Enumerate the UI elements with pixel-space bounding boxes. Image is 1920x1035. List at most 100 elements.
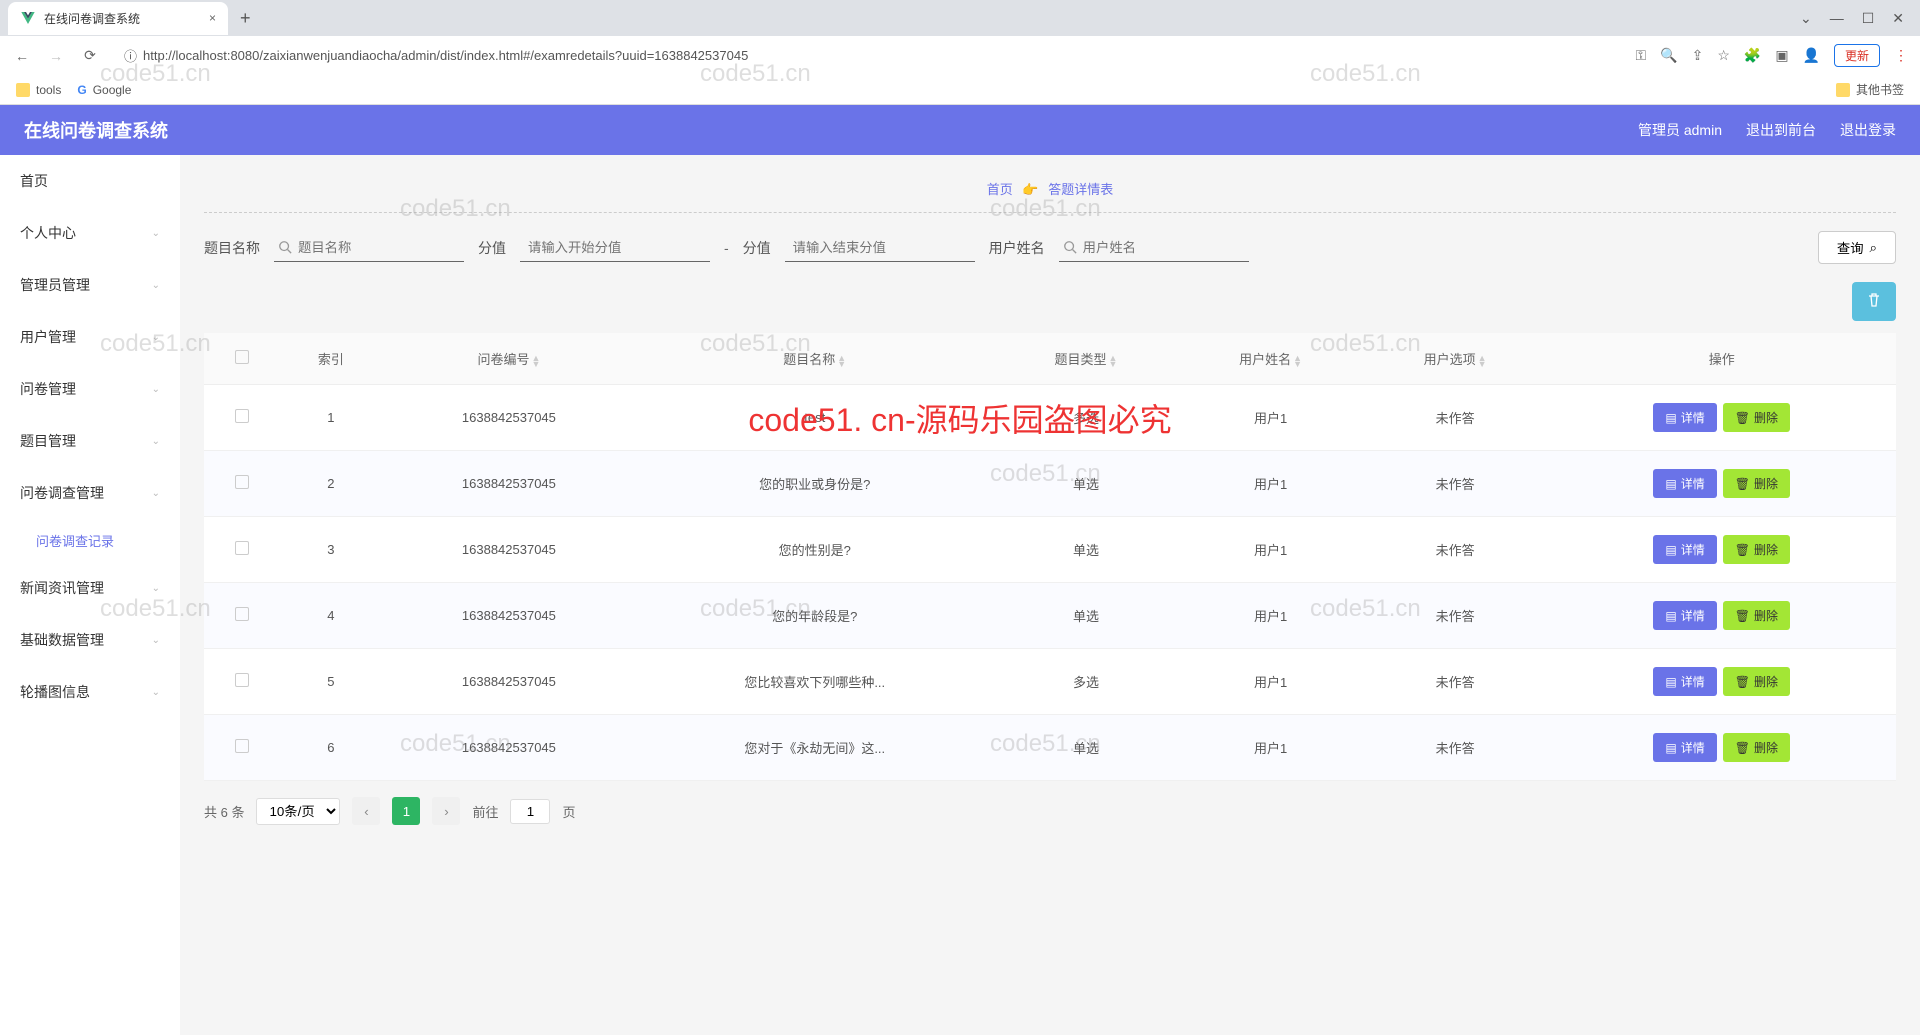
detail-button[interactable]: ▤ 详情 (1653, 469, 1716, 498)
page-size-select[interactable]: 10条/页 (256, 798, 340, 825)
sidebar-sub-survey-record[interactable]: 问卷调查记录 (0, 519, 180, 562)
bookmark-other[interactable]: 其他书签 (1836, 81, 1904, 98)
cell-paperid: 1638842537045 (382, 385, 636, 451)
google-icon: G (77, 83, 86, 97)
bookmark-tools[interactable]: tools (16, 83, 61, 97)
breadcrumb-home[interactable]: 首页 (987, 182, 1013, 197)
row-checkbox[interactable] (235, 409, 249, 423)
goto-label: 前往 (472, 802, 498, 821)
sidebar-item-question[interactable]: 题目管理⌄ (0, 415, 180, 467)
goto-input[interactable] (510, 799, 550, 824)
delete-button[interactable]: 🗑 删除 (1723, 535, 1790, 564)
page-1-button[interactable]: 1 (392, 797, 420, 825)
score-start-input[interactable] (520, 234, 710, 262)
reload-icon[interactable]: ⟳ (80, 47, 100, 64)
col-title[interactable]: 题目名称▲▼ (636, 333, 994, 385)
trash-icon: 🗑 (1735, 741, 1750, 755)
trash-icon: 🗑 (1735, 477, 1750, 491)
exit-front-link[interactable]: 退出到前台 (1746, 120, 1816, 140)
trash-icon: 🗑 (1735, 543, 1750, 557)
bookmark-google[interactable]: GGoogle (77, 83, 131, 97)
checkbox-all[interactable] (235, 350, 249, 364)
sidebar-item-user[interactable]: 用户管理⌄ (0, 311, 180, 363)
title-input[interactable] (274, 234, 464, 262)
window-controls: ⌄ — ☐ ✕ (1784, 10, 1920, 27)
delete-all-button[interactable] (1852, 282, 1896, 321)
sidebar-item-news[interactable]: 新闻资讯管理⌄ (0, 562, 180, 614)
user-input[interactable] (1059, 234, 1249, 262)
search-icon[interactable]: 🔍 (1660, 47, 1677, 64)
row-checkbox[interactable] (235, 475, 249, 489)
profile-icon[interactable]: 👤 (1803, 47, 1820, 64)
breadcrumb-current: 答题详情表 (1048, 182, 1113, 197)
detail-button[interactable]: ▤ 详情 (1653, 601, 1716, 630)
delete-button[interactable]: 🗑 删除 (1723, 601, 1790, 630)
sidebar-item-survey[interactable]: 问卷调查管理⌄ (0, 467, 180, 519)
new-tab-button[interactable]: + (228, 8, 263, 29)
cell-option: 未作答 (1363, 517, 1548, 583)
sidebar-item-carousel[interactable]: 轮播图信息⌄ (0, 666, 180, 718)
row-checkbox[interactable] (235, 739, 249, 753)
next-page-button[interactable]: › (432, 797, 460, 825)
url-text: http://localhost:8080/zaixianwenjuandiao… (143, 48, 1611, 63)
cell-index: 3 (280, 517, 382, 583)
close-icon[interactable]: × (209, 11, 216, 25)
delete-button[interactable]: 🗑 删除 (1723, 733, 1790, 762)
close-window-icon[interactable]: ✕ (1892, 10, 1904, 27)
chevron-down-icon: ⌄ (152, 332, 160, 343)
expand-icon[interactable]: ⌄ (1800, 10, 1812, 27)
sort-icon: ▲▼ (837, 355, 846, 367)
cell-user: 用户1 (1178, 583, 1363, 649)
col-option[interactable]: 用户选项▲▼ (1363, 333, 1548, 385)
detail-button[interactable]: ▤ 详情 (1653, 403, 1716, 432)
panel-icon[interactable]: ▣ (1775, 47, 1788, 64)
col-type[interactable]: 题目类型▲▼ (994, 333, 1179, 385)
forward-icon[interactable]: → (46, 48, 66, 64)
col-user[interactable]: 用户姓名▲▼ (1178, 333, 1363, 385)
list-icon: ▤ (1665, 411, 1676, 425)
row-checkbox[interactable] (235, 541, 249, 555)
star-icon[interactable]: ☆ (1717, 47, 1730, 64)
detail-button[interactable]: ▤ 详情 (1653, 535, 1716, 564)
row-checkbox[interactable] (235, 673, 249, 687)
tab-title: 在线问卷调查系统 (44, 10, 140, 27)
logout-link[interactable]: 退出登录 (1840, 120, 1896, 140)
query-button[interactable]: 查询⌕ (1818, 231, 1896, 264)
detail-button[interactable]: ▤ 详情 (1653, 733, 1716, 762)
row-checkbox[interactable] (235, 607, 249, 621)
main-content: 首页 👉 答题详情表 题目名称 分值 - 分值 用户姓名 查询⌕ (180, 155, 1920, 1035)
cell-index: 1 (280, 385, 382, 451)
share-icon[interactable]: ⇪ (1692, 47, 1704, 64)
key-icon[interactable]: ⚿ (1635, 47, 1646, 64)
cell-index: 6 (280, 715, 382, 781)
col-paperid[interactable]: 问卷编号▲▼ (382, 333, 636, 385)
sidebar: 首页 个人中心⌄ 管理员管理⌄ 用户管理⌄ 问卷管理⌄ 题目管理⌄ 问卷调查管理… (0, 155, 180, 1035)
list-icon: ▤ (1665, 609, 1676, 623)
back-icon[interactable]: ← (12, 48, 32, 64)
extensions-icon[interactable]: 🧩 (1744, 47, 1761, 64)
sidebar-item-basedata[interactable]: 基础数据管理⌄ (0, 614, 180, 666)
sidebar-item-admin[interactable]: 管理员管理⌄ (0, 259, 180, 311)
maximize-icon[interactable]: ☐ (1862, 10, 1875, 27)
sidebar-item-home[interactable]: 首页 (0, 155, 180, 207)
sidebar-item-profile[interactable]: 个人中心⌄ (0, 207, 180, 259)
col-action: 操作 (1547, 333, 1896, 385)
prev-page-button[interactable]: ‹ (352, 797, 380, 825)
update-button[interactable]: 更新 (1834, 44, 1880, 67)
user-label[interactable]: 管理员 admin (1638, 120, 1722, 140)
delete-button[interactable]: 🗑 删除 (1723, 667, 1790, 696)
cell-title: 您的性别是? (636, 517, 994, 583)
url-input[interactable]: ⓘ http://localhost:8080/zaixianwenjuandi… (114, 42, 1621, 69)
browser-tab[interactable]: 在线问卷调查系统 × (8, 2, 228, 35)
delete-button[interactable]: 🗑 删除 (1723, 403, 1790, 432)
minimize-icon[interactable]: — (1830, 10, 1844, 27)
cell-type: 多选 (994, 385, 1179, 451)
score-end-input[interactable] (785, 234, 975, 262)
detail-button[interactable]: ▤ 详情 (1653, 667, 1716, 696)
menu-icon[interactable]: ⋮ (1894, 47, 1908, 64)
chevron-down-icon: ⌄ (152, 280, 160, 291)
sidebar-item-paper[interactable]: 问卷管理⌄ (0, 363, 180, 415)
col-index[interactable]: 索引 (280, 333, 382, 385)
delete-button[interactable]: 🗑 删除 (1723, 469, 1790, 498)
cell-title: 您的年龄段是? (636, 583, 994, 649)
